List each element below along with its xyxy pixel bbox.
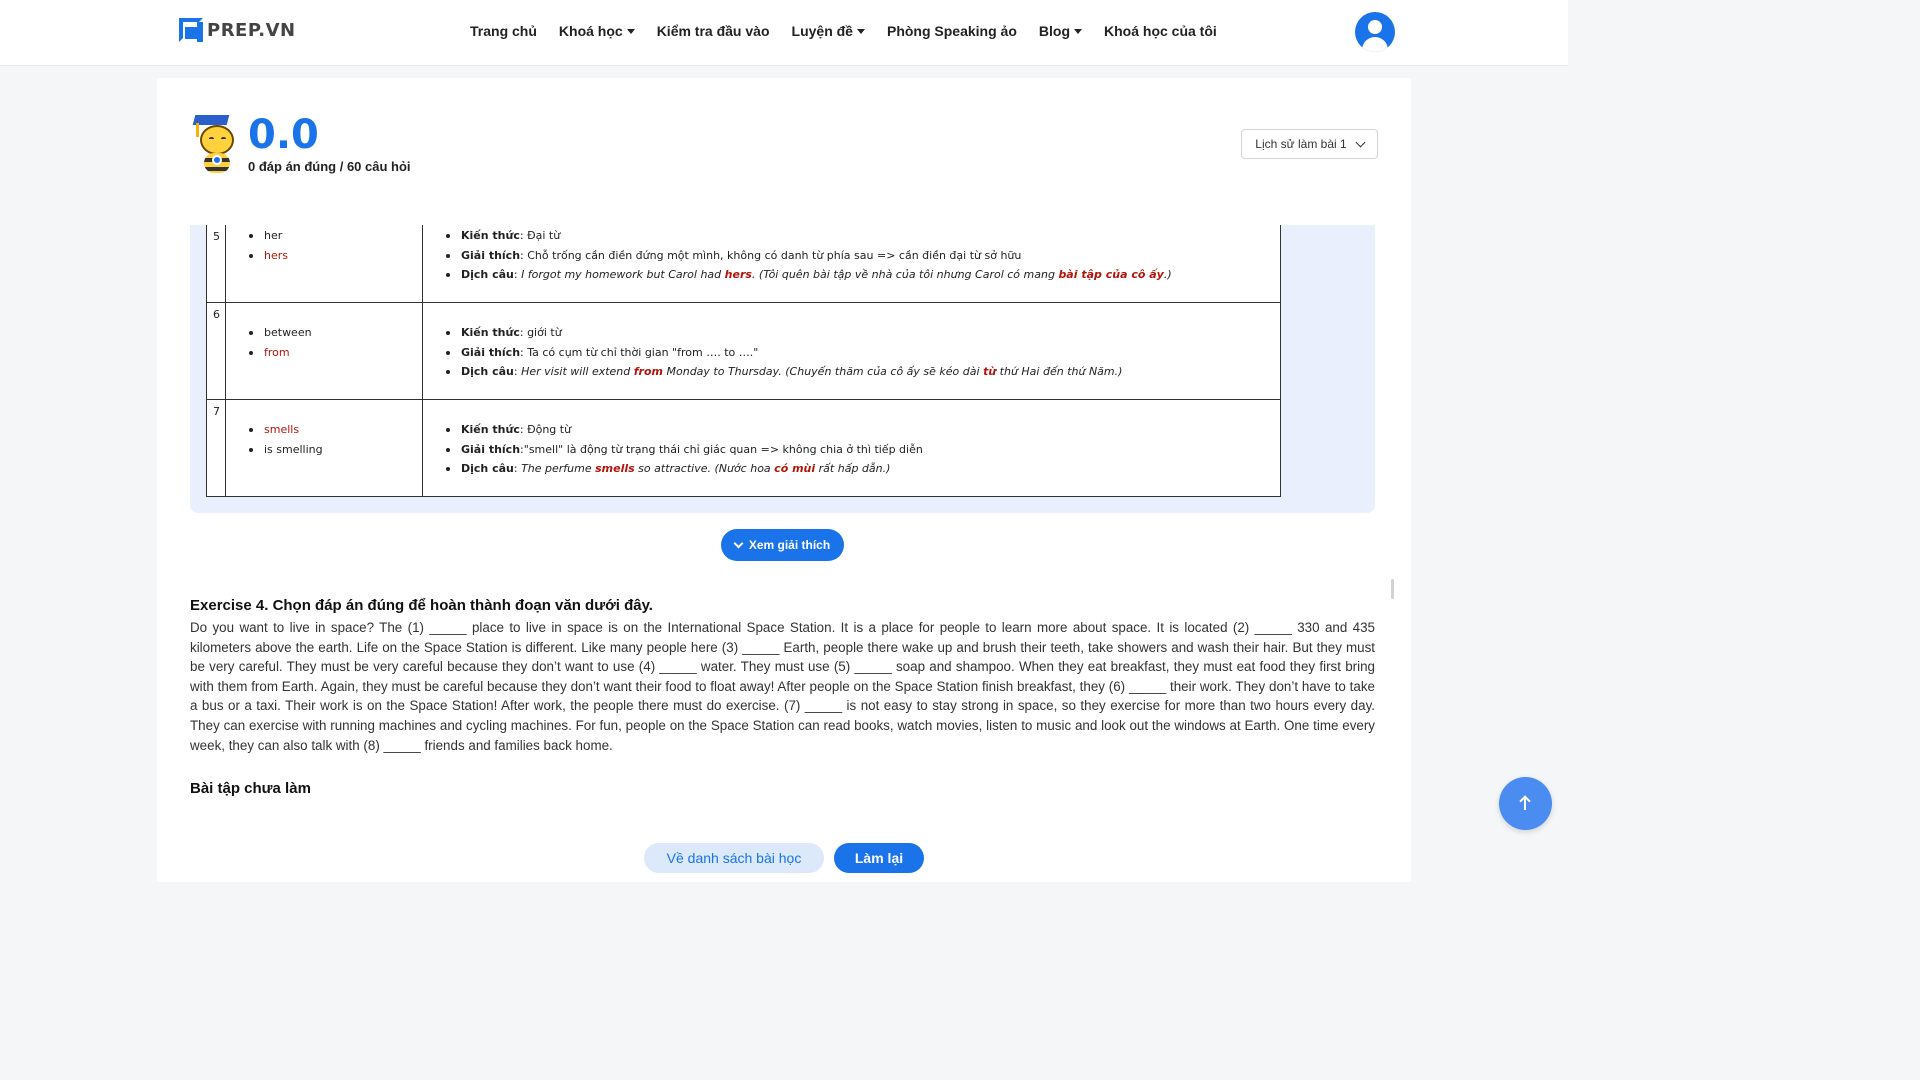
- caret-down-icon: [626, 28, 635, 34]
- translation-text: . (Tôi quên bài tập về nhà của tôi nhưng…: [751, 268, 1059, 281]
- knowledge-text: giới từ: [527, 326, 562, 339]
- table-row: 7 smells is smelling Kiến thức: Động từ …: [206, 399, 1281, 497]
- translation-label: Dịch câu: [461, 268, 514, 281]
- caret-down-icon: [1074, 28, 1082, 34]
- caret-down-icon: [856, 28, 865, 34]
- question-number: 6: [206, 302, 226, 400]
- prep-logo-icon: [179, 18, 203, 42]
- translation-label: Dịch câu: [461, 462, 514, 475]
- answer-options: smells is smelling: [225, 399, 423, 497]
- knowledge-label: Kiến thức: [461, 229, 520, 242]
- translation-answer: từ: [983, 365, 997, 378]
- nav-label: Kiểm tra đầu vào: [656, 23, 770, 39]
- exercise-passage: Do you want to live in space? The (1) __…: [190, 620, 1375, 753]
- nav-label: Blog: [1038, 23, 1070, 39]
- translation-line: Dịch câu: The perfume smells so attracti…: [423, 459, 1280, 479]
- nav-label: Phòng Speaking ảo: [886, 23, 1017, 39]
- score-value: 0.0: [248, 112, 319, 158]
- table-row: 6 between from Kiến thức: giới từ Giải t…: [206, 302, 1281, 400]
- user-avatar-icon[interactable]: [1355, 12, 1395, 52]
- reason-label: Giải thích: [461, 248, 521, 262]
- translation-line: Dịch câu: I forgot my homework but Carol…: [423, 265, 1280, 285]
- history-select-label: Lịch sử làm bài 1: [1255, 137, 1347, 151]
- answer-options: her hers: [225, 225, 423, 303]
- nav-item-home[interactable]: Trang chủ: [470, 23, 537, 39]
- translation-text: .): [1163, 268, 1172, 281]
- option-item: is smelling: [226, 440, 422, 460]
- correct-option-item: from: [226, 343, 422, 363]
- knowledge-text: Đại từ: [527, 229, 561, 242]
- reason-label: Giải thích: [461, 442, 521, 456]
- knowledge-text: Động từ: [527, 423, 572, 436]
- reason-line: Giải thích: Chỗ trống cần điền đứng một …: [423, 246, 1280, 266]
- main-nav: Trang chủ Khoá học Kiểm tra đầu vào Luyệ…: [470, 23, 1217, 39]
- translation-text: thứ Hai đến thứ Năm.): [996, 365, 1123, 378]
- unfinished-heading: Bài tập chưa làm: [190, 780, 311, 797]
- nav-item-speaking-room[interactable]: Phòng Speaking ảo: [887, 23, 1017, 39]
- score-detail: 0 đáp án đúng / 60 câu hỏi: [248, 159, 411, 174]
- chevron-down-icon: [1355, 137, 1366, 147]
- translation-text: Monday to Thursday. (Chuyến thăm của cô …: [663, 365, 984, 378]
- explanation-cell: Kiến thức: giới từ Giải thích: Ta có cụm…: [422, 302, 1281, 400]
- reason-label: Giải thích: [461, 345, 521, 359]
- top-navbar: PREP.VN Trang chủ Khoá học Kiểm tra đầu …: [0, 0, 1568, 66]
- translation-line: Dịch câu: Her visit will extend from Mon…: [423, 362, 1280, 382]
- option-item: her: [226, 226, 422, 246]
- redo-button[interactable]: Làm lại: [834, 843, 924, 873]
- answer-options: between from: [225, 302, 423, 400]
- exercise-title: Exercise 4. Chọn đáp án đúng để hoàn thà…: [190, 597, 653, 614]
- reason-line: Giải thích:"smell" là động từ trạng thái…: [423, 440, 1280, 460]
- knowledge-label: Kiến thức: [461, 326, 520, 339]
- view-explanation-button[interactable]: Xem giải thích: [721, 529, 844, 561]
- history-select[interactable]: Lịch sử làm bài 1: [1241, 129, 1378, 159]
- bee-mascot-icon: [190, 113, 242, 175]
- explanation-table: 5 her hers Kiến thức: Đại từ Giải thích:…: [206, 225, 1281, 497]
- knowledge-line: Kiến thức: Đại từ: [423, 226, 1280, 246]
- logo[interactable]: PREP.VN: [179, 18, 296, 42]
- nav-item-placement-test[interactable]: Kiểm tra đầu vào: [657, 23, 770, 39]
- explanation-cell: Kiến thức: Đại từ Giải thích: Chỗ trống …: [422, 225, 1281, 303]
- nav-label: Khoá học: [558, 23, 623, 39]
- chevron-down-icon: [733, 538, 744, 548]
- scroll-to-top-button[interactable]: [1499, 777, 1552, 830]
- knowledge-line: Kiến thức: Động từ: [423, 420, 1280, 440]
- knowledge-label: Kiến thức: [461, 423, 520, 436]
- explanation-cell: Kiến thức: Động từ Giải thích:"smell" là…: [422, 399, 1281, 497]
- reason-line: Giải thích: Ta có cụm từ chỉ thời gian "…: [423, 343, 1280, 363]
- table-row: 5 her hers Kiến thức: Đại từ Giải thích:…: [206, 225, 1281, 303]
- reason-text: Chỗ trống cần điền đứng một mình, không …: [527, 248, 1022, 262]
- nav-item-my-courses[interactable]: Khoá học của tôi: [1104, 23, 1217, 39]
- reason-text: Ta có cụm từ chỉ thời gian "from …. to ……: [527, 345, 759, 359]
- translation-answer: smells: [595, 462, 635, 475]
- nav-item-blog[interactable]: Blog: [1039, 23, 1082, 39]
- question-number: 5: [206, 225, 226, 303]
- translation-text: so attractive. (Nước hoa: [634, 462, 775, 475]
- explanation-panel: 5 her hers Kiến thức: Đại từ Giải thích:…: [190, 225, 1375, 513]
- nav-item-courses[interactable]: Khoá học: [559, 23, 635, 39]
- view-explanation-label: Xem giải thích: [748, 538, 831, 552]
- translation-answer: bài tập của cô ấy: [1058, 268, 1164, 281]
- back-to-lessons-button[interactable]: Về danh sách bài học: [644, 843, 824, 873]
- nav-label: Luyện đề: [791, 23, 853, 39]
- score-summary: 0.0 0 đáp án đúng / 60 câu hỏi: [190, 113, 411, 175]
- translation-answer: có mùi: [774, 462, 816, 475]
- correct-option-item: hers: [226, 246, 422, 266]
- scrollbar-thumb[interactable]: [1391, 579, 1394, 599]
- translation-text: rất hấp dẫn.): [815, 462, 891, 475]
- nav-item-practice-tests[interactable]: Luyện đề: [792, 23, 865, 39]
- translation-text: The perfume: [521, 462, 596, 475]
- nav-label: Khoá học của tôi: [1104, 23, 1217, 39]
- correct-option-item: smells: [226, 420, 422, 440]
- translation-text: I forgot my homework but Carol had: [521, 268, 725, 281]
- question-number: 7: [206, 399, 226, 497]
- translation-answer: hers: [724, 268, 752, 281]
- reason-text: "smell" là động từ trạng thái chỉ giác q…: [523, 442, 923, 456]
- option-item: between: [226, 323, 422, 343]
- logo-text: PREP.VN: [207, 19, 296, 41]
- translation-text: Her visit will extend: [521, 365, 634, 378]
- nav-label: Trang chủ: [470, 23, 537, 39]
- translation-answer: from: [633, 365, 663, 378]
- translation-label: Dịch câu: [461, 365, 514, 378]
- knowledge-line: Kiến thức: giới từ: [423, 323, 1280, 343]
